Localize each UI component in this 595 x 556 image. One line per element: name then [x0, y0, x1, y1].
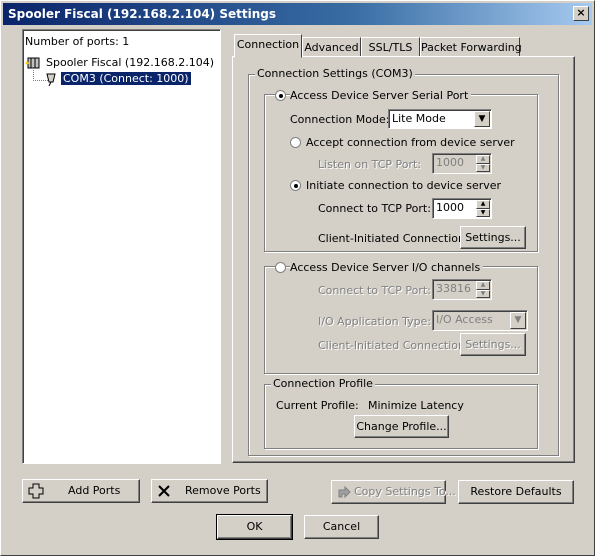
- tab-connection[interactable]: Connection: [234, 34, 302, 58]
- close-button[interactable]: ×: [573, 6, 589, 21]
- ports-count-label: Number of ports: 1: [25, 35, 130, 48]
- serial-port-radio-label[interactable]: Access Device Server Serial Port: [290, 89, 472, 102]
- restore-defaults-button[interactable]: Restore Defaults: [458, 480, 574, 504]
- remove-ports-label: Remove Ports: [185, 484, 261, 497]
- connect-port-value: 1000: [436, 201, 464, 214]
- tab-ssl-tls-label: SSL/TLS: [368, 41, 413, 54]
- tree-child-label: COM3 (Connect: 1000): [60, 71, 192, 86]
- io-connect-port-label: Connect to TCP Port:: [318, 284, 431, 297]
- io-channels-radio[interactable]: [275, 262, 286, 273]
- serial-settings-button[interactable]: Settings...: [460, 226, 526, 249]
- listen-port-label: Listen on TCP Port:: [318, 158, 422, 171]
- copy-settings-label: Copy Settings To...: [354, 485, 456, 498]
- io-connect-port-spinner[interactable]: ▲ ▼: [476, 281, 490, 298]
- copy-arrow-icon: [338, 485, 351, 499]
- io-connect-port-value: 33816: [436, 282, 471, 295]
- copy-settings-button[interactable]: Copy Settings To...: [331, 480, 456, 504]
- initiate-connection-radio[interactable]: [290, 180, 301, 191]
- serial-port-radio[interactable]: [275, 90, 286, 101]
- change-profile-button[interactable]: Change Profile...: [354, 415, 449, 438]
- title-bar[interactable]: Spooler Fiscal (192.168.2.104) Settings …: [3, 3, 592, 25]
- connection-mode-label: Connection Mode:: [290, 113, 390, 126]
- io-app-type-chevron-icon[interactable]: ▼: [510, 312, 526, 329]
- io-app-type-label: I/O Application Type:: [318, 315, 432, 328]
- tree-root-label: Spooler Fiscal (192.168.2.104): [46, 56, 214, 69]
- tab-packet-forwarding[interactable]: Packet Forwarding: [420, 37, 522, 57]
- ok-button[interactable]: OK: [216, 514, 293, 540]
- listen-port-spinner[interactable]: ▲ ▼: [476, 155, 490, 172]
- tab-advanced[interactable]: Advanced: [302, 37, 361, 57]
- listen-port-value: 1000: [436, 156, 464, 169]
- add-ports-label: Add Ports: [68, 484, 121, 497]
- accept-connection-label[interactable]: Accept connection from device server: [306, 136, 515, 149]
- port-tree-panel: Number of ports: 1 Spooler Fiscal (192.1…: [22, 29, 221, 464]
- connection-settings-title: Connection Settings (COM3): [255, 67, 415, 80]
- tab-packet-forwarding-label: Packet Forwarding: [421, 41, 522, 54]
- plus-icon: [28, 483, 44, 499]
- current-profile-value: Minimize Latency: [368, 399, 464, 412]
- connection-mode-value: Lite Mode: [392, 112, 446, 125]
- connect-port-label: Connect to TCP Port:: [318, 202, 431, 215]
- tab-connection-label: Connection: [236, 38, 300, 51]
- device-server-icon: [25, 57, 40, 69]
- settings-dialog: Spooler Fiscal (192.168.2.104) Settings …: [0, 0, 595, 556]
- io-client-initiated-label: Client-Initiated Connection: [318, 339, 465, 352]
- tab-ssl-tls[interactable]: SSL/TLS: [361, 37, 420, 57]
- initiate-connection-label[interactable]: Initiate connection to device server: [306, 179, 501, 192]
- serial-port-icon: [46, 73, 56, 86]
- current-profile-label: Current Profile:: [276, 399, 359, 412]
- connect-port-spinner[interactable]: ▲ ▼: [476, 200, 490, 217]
- add-ports-button[interactable]: Add Ports: [22, 479, 140, 503]
- window-title: Spooler Fiscal (192.168.2.104) Settings: [8, 7, 276, 21]
- io-app-type-value: I/O Access: [436, 313, 493, 326]
- connection-profile-title: Connection Profile: [271, 377, 375, 390]
- io-channels-radio-label[interactable]: Access Device Server I/O channels: [290, 261, 484, 274]
- cancel-button[interactable]: Cancel: [304, 515, 379, 539]
- remove-ports-button[interactable]: Remove Ports: [151, 479, 268, 503]
- accept-connection-radio[interactable]: [290, 137, 301, 148]
- connection-tab-panel: Connection Settings (COM3) Access Device…: [232, 56, 575, 463]
- tab-advanced-label: Advanced: [304, 41, 359, 54]
- remove-x-icon: [158, 485, 170, 497]
- io-settings-button[interactable]: Settings...: [460, 333, 526, 356]
- chevron-down-icon[interactable]: ▼: [474, 111, 490, 127]
- client-initiated-label: Client-Initiated Connection: [318, 232, 465, 245]
